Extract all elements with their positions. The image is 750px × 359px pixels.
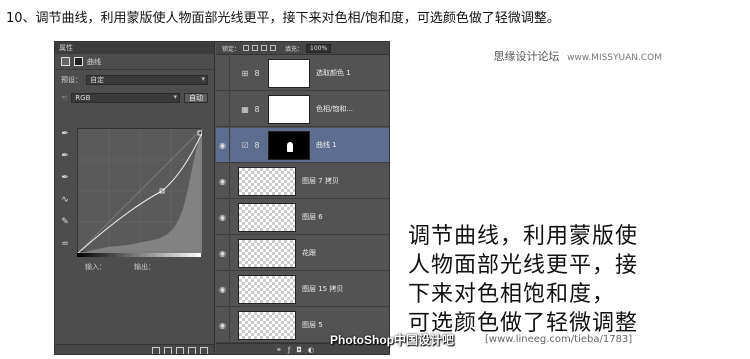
properties-panel-header: 属性 xyxy=(55,42,214,54)
layer-row-hue-saturation[interactable]: ▦ 8 色相/饱和... xyxy=(216,92,389,127)
layer-row[interactable]: ◉ 图层 7 拷贝 xyxy=(216,164,389,199)
link-icon: 8 xyxy=(254,104,260,114)
curve-tools: ✒ ✒ ✒ ∿ ✎ ⋍ xyxy=(59,128,73,260)
lock-label: 锁定： xyxy=(222,45,241,53)
input-output-row: 输入： 输出： xyxy=(85,262,155,272)
lock-transparency-icon[interactable] xyxy=(243,45,250,51)
layer-name: 选取颜色 1 xyxy=(316,69,351,77)
layer-thumbnail[interactable] xyxy=(238,238,296,268)
lock-all-icon[interactable] xyxy=(270,45,277,51)
channel-select[interactable]: RGB xyxy=(71,93,180,103)
curve-svg xyxy=(78,129,202,253)
reset-icon[interactable] xyxy=(176,346,184,354)
layer-name: 曲线 1 xyxy=(316,141,337,149)
layer-row[interactable]: ◉ 图层 6 xyxy=(216,200,389,235)
preset-label: 预设： xyxy=(61,76,82,84)
properties-panel: 属性 曲线 预设： 自定 ☜ RGB 自动 ✒ ✒ ✒ ∿ ✎ ⋍ xyxy=(55,42,215,354)
add-mask-icon[interactable]: ◘ xyxy=(296,346,302,354)
curves-icon: ☑ xyxy=(241,140,249,150)
visibility-icon[interactable] xyxy=(188,346,196,354)
visibility-eye-icon[interactable]: ◉ xyxy=(216,128,230,162)
caption-line: 可选颜色做了轻微调整 xyxy=(408,311,639,336)
preset-select[interactable]: 自定 xyxy=(86,75,208,85)
input-label: 输入： xyxy=(85,263,106,271)
white-point-eyedropper-icon[interactable]: ✒ xyxy=(59,172,71,184)
preset-row: 预设： 自定 xyxy=(61,74,208,86)
step-title: 10、调节曲线，利用蒙版使人物面部光线更平，接下来对色相/饱和度，可选颜色做了轻… xyxy=(6,11,560,26)
layer-thumbnail[interactable] xyxy=(238,166,296,196)
fx-icon[interactable]: ƒ xyxy=(288,346,290,354)
selective-color-icon: ⊞ xyxy=(241,68,249,78)
layers-lock-row: 锁定： 填充： 100% xyxy=(216,42,389,55)
properties-title: 曲线 xyxy=(87,57,101,66)
visibility-eye-icon[interactable]: ◉ xyxy=(216,164,230,198)
hand-target-icon[interactable]: ☜ xyxy=(61,94,67,102)
layer-row[interactable]: ◉ 图层 15 拷贝 xyxy=(216,272,389,307)
layer-row[interactable]: ◉ 花跟 xyxy=(216,236,389,271)
visibility-eye-icon[interactable]: ◉ xyxy=(216,272,230,306)
photoshop-screenshot: 属性 曲线 预设： 自定 ☜ RGB 自动 ✒ ✒ ✒ ∿ ✎ ⋍ xyxy=(54,41,390,355)
curve-graph[interactable] xyxy=(77,128,202,253)
auto-button[interactable]: 自动 xyxy=(184,93,208,103)
layer-row-selective-color[interactable]: ⊞ 8 选取颜色 1 xyxy=(216,56,389,91)
view-previous-icon[interactable] xyxy=(164,346,172,354)
caption: 调节曲线，利用蒙版使 人物面部光线更平，接 下来对色相饱和度， 可选颜色做了轻微… xyxy=(408,222,708,338)
fill-label: 填充： xyxy=(285,45,304,53)
pencil-icon[interactable]: ✎ xyxy=(59,216,71,228)
caption-line: 调节曲线，利用蒙版使 xyxy=(408,224,639,249)
channel-row: ☜ RGB 自动 xyxy=(61,92,208,104)
visibility-eye-icon[interactable]: ◉ xyxy=(216,200,230,234)
properties-tab-row: 曲线 xyxy=(55,54,214,70)
link-icon: 8 xyxy=(254,140,260,150)
layer-thumbnail[interactable] xyxy=(238,202,296,232)
lock-position-icon[interactable] xyxy=(261,45,268,51)
hue-saturation-icon: ▦ xyxy=(241,104,249,114)
layer-name: 花跟 xyxy=(302,249,316,257)
tone-gradient-bar xyxy=(77,253,201,257)
layer-name: 图层 6 xyxy=(302,213,323,221)
mask-icon[interactable] xyxy=(74,57,83,66)
layer-name: 色相/饱和... xyxy=(316,105,354,113)
link-layers-icon[interactable]: ⚭ xyxy=(276,346,282,354)
properties-footer xyxy=(55,344,214,354)
watermark-url: www.MISSYUAN.COM xyxy=(567,53,662,63)
layer-thumbnail[interactable] xyxy=(238,274,296,304)
gray-point-eyedropper-icon[interactable]: ✒ xyxy=(59,150,71,162)
layer-row-curves[interactable]: ◉ ☑ 8 曲线 1 xyxy=(216,128,389,163)
watermark-site: 思缘设计论坛 xyxy=(493,50,560,63)
layer-mask-thumbnail[interactable] xyxy=(268,58,310,88)
curves-adjustment-icon[interactable] xyxy=(61,57,70,66)
clip-to-layer-icon[interactable] xyxy=(152,346,160,354)
link-icon: 8 xyxy=(254,68,260,78)
layers-panel: 锁定： 填充： 100% ⊞ 8 选取颜色 1 ▦ 8 色相/饱和... ◉ ☑… xyxy=(216,42,389,354)
smooth-icon[interactable]: ⋍ xyxy=(59,238,71,250)
lock-pixels-icon[interactable] xyxy=(252,45,259,51)
visibility-toggle[interactable] xyxy=(216,92,230,126)
layer-thumbnail[interactable] xyxy=(238,310,296,340)
layer-name: 图层 15 拷贝 xyxy=(302,285,344,293)
output-label: 输出： xyxy=(134,263,155,271)
delete-icon[interactable] xyxy=(200,346,208,354)
new-adjustment-icon[interactable]: ◐ xyxy=(308,346,314,354)
black-point-eyedropper-icon[interactable]: ✒ xyxy=(59,128,71,140)
layer-name: 图层 7 拷贝 xyxy=(302,177,339,185)
layer-mask-thumbnail[interactable] xyxy=(268,94,310,124)
caption-line: 下来对色相饱和度， xyxy=(408,282,616,307)
visibility-toggle[interactable] xyxy=(216,56,230,90)
site-watermark: 思缘设计论坛 www.MISSYUAN.COM xyxy=(494,48,662,64)
visibility-eye-icon[interactable]: ◉ xyxy=(216,308,230,342)
layer-name: 图层 5 xyxy=(302,321,323,329)
layer-mask-thumbnail[interactable] xyxy=(268,130,310,160)
fill-input[interactable]: 100% xyxy=(306,43,332,53)
visibility-eye-icon[interactable]: ◉ xyxy=(216,236,230,270)
curve-edit-icon[interactable]: ∿ xyxy=(59,194,71,206)
caption-line: 人物面部光线更平，接 xyxy=(408,253,639,278)
